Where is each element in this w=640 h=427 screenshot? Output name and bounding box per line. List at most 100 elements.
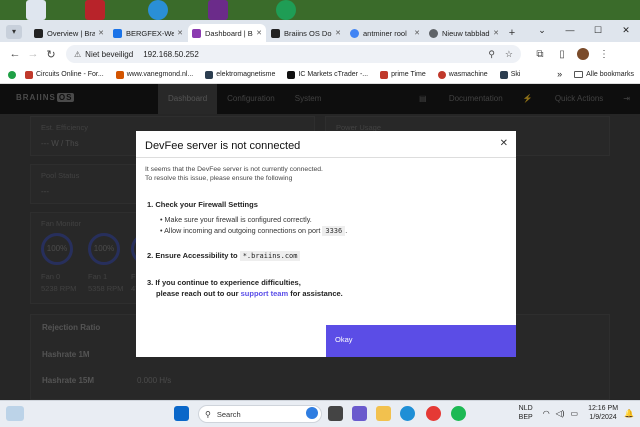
support-team-link[interactable]: support team (241, 289, 289, 298)
minimize-button[interactable]: — (556, 20, 584, 42)
profile-avatar[interactable] (577, 48, 589, 60)
close-window-button[interactable]: ✕ (612, 20, 640, 42)
bookmarks-bar: Circuits Online - For... www.vanegmond.n… (0, 66, 640, 84)
tab-list-button[interactable]: ▾ (6, 25, 22, 39)
close-tab-icon[interactable]: ✕ (493, 29, 499, 37)
search-icon: ⚲ (205, 409, 211, 419)
window-controls: ⌄ — ☐ ✕ (528, 20, 640, 42)
folder-icon (574, 70, 584, 78)
bookmark-star-icon[interactable]: ☆ (505, 49, 513, 60)
battery-icon[interactable]: ▭ (571, 409, 579, 418)
menu-icon[interactable]: ⋮ (593, 49, 615, 60)
spotify-icon[interactable] (451, 406, 466, 421)
tab-strip: ▾ Overview | Bra ✕ BERGFEX-Weer ✕ Dashbo… (0, 20, 640, 42)
omnibox[interactable]: ⚠ Niet beveiligd 192.168.50.252 ⚲ ☆ (66, 45, 521, 63)
not-secure-icon[interactable]: ⚠ (74, 50, 81, 59)
browser-tab[interactable]: Braiins OS Do ✕ (267, 24, 345, 42)
back-icon[interactable]: ← (6, 48, 24, 60)
extensions-icon[interactable]: ⧉ (529, 49, 551, 60)
maximize-button[interactable]: ☐ (584, 20, 612, 42)
language-indicator[interactable]: NLD BEP (519, 404, 533, 422)
close-tab-icon[interactable]: ✕ (98, 29, 104, 37)
bookmark-favicon-icon (115, 70, 124, 79)
bookmark-item[interactable]: Ski (499, 70, 520, 79)
browser-tab[interactable]: antminer rool ✕ (346, 24, 424, 42)
all-bookmarks-link[interactable]: Alle bookmarks (586, 71, 634, 78)
tab-favicon-icon (192, 28, 201, 38)
bookmark-favicon-icon (499, 70, 508, 79)
desktop-app-icon[interactable] (85, 0, 105, 20)
browser-tab[interactable]: Overview | Bra ✕ (30, 24, 108, 42)
bookmark-item[interactable]: elektromagnetisme (205, 70, 275, 79)
start-icon[interactable] (174, 406, 189, 421)
close-tab-icon[interactable]: ✕ (335, 29, 341, 37)
bookmark-favicon-icon (205, 70, 214, 79)
browser-tab-active[interactable]: Dashboard | Bra ✕ (188, 24, 266, 42)
list-item: • Make sure your firewall is configured … (160, 215, 312, 224)
toolbar-right: ⧉ ▯ ⋮ (529, 48, 615, 60)
more-bookmarks-icon[interactable]: » (557, 69, 562, 79)
zoom-icon[interactable]: ⚲ (488, 49, 495, 60)
browser-tab[interactable]: BERGFEX-Weer ✕ (109, 24, 187, 42)
edge-icon[interactable] (400, 406, 415, 421)
sidebar-icon[interactable]: ▯ (551, 49, 573, 60)
devfee-modal: DevFee server is not connected ✕ It seem… (136, 131, 516, 357)
clock[interactable]: 12:16 PM 1/9/2024 (588, 404, 618, 422)
bookmark-item[interactable]: wasmachine (437, 70, 488, 79)
bookmarks-right: » Alle bookmarks (557, 69, 634, 79)
bookmark-item[interactable] (8, 70, 19, 79)
edge-desktop-icon[interactable] (148, 0, 168, 20)
reload-icon[interactable]: ↻ (42, 48, 60, 61)
upwork-icon (8, 70, 16, 79)
bookmark-favicon-icon (437, 70, 446, 79)
address-bar-row: ← → ↻ ⚠ Niet beveiligd 192.168.50.252 ⚲ … (0, 42, 640, 66)
system-tray: NLD BEP ◠ ◁) ▭ 12:16 PM 1/9/2024 🔔 (519, 404, 634, 422)
desktop-background (0, 0, 640, 22)
close-tab-icon[interactable]: ✕ (414, 29, 420, 37)
close-icon[interactable]: ✕ (500, 138, 508, 149)
modal-title: DevFee server is not connected (145, 140, 301, 152)
forward-icon[interactable]: → (24, 48, 42, 60)
bookmark-favicon-icon (287, 70, 296, 79)
volume-icon[interactable]: ◁) (556, 409, 565, 418)
recycle-bin-icon[interactable] (26, 0, 46, 20)
modal-intro: It seems that the DevFee server is not c… (145, 166, 323, 182)
port-code: 3336 (322, 226, 346, 236)
teams-icon[interactable] (352, 406, 367, 421)
wifi-icon[interactable]: ◠ (543, 409, 550, 418)
tab-favicon-icon (113, 28, 122, 38)
security-label[interactable]: Niet beveiligd (85, 50, 133, 59)
widgets-icon[interactable] (6, 406, 24, 421)
bookmark-item[interactable]: IC Markets cTrader -... (287, 70, 368, 79)
task-view-icon[interactable] (328, 406, 343, 421)
tab-favicon-icon (429, 28, 438, 38)
taskbar-search[interactable]: ⚲ Search (198, 405, 322, 423)
step-3-text: 3. If you continue to experience difficu… (147, 278, 343, 298)
chrome-icon[interactable] (426, 406, 441, 421)
step-1-bullets: • Make sure your firewall is configured … (160, 214, 347, 237)
bookmark-item[interactable]: www.vanegmond.nl... (115, 70, 193, 79)
okay-button[interactable]: Okay (326, 325, 516, 357)
step-1-title: 1. Check your Firewall Settings (147, 200, 258, 209)
close-tab-icon[interactable]: ✕ (177, 29, 183, 37)
bookmark-favicon-icon (380, 70, 389, 79)
new-tab-button[interactable]: + (504, 24, 520, 42)
bing-icon[interactable] (306, 407, 318, 419)
browser-tab[interactable]: Nieuw tabblad ✕ (425, 24, 503, 42)
domain-code: *.braiins.com (239, 251, 301, 261)
tab-favicon-icon (34, 28, 43, 38)
tab-search-icon[interactable]: ⌄ (528, 20, 556, 42)
file-explorer-icon[interactable] (376, 406, 391, 421)
bookmark-item[interactable]: Circuits Online - For... (25, 70, 104, 79)
step-2-title: 2. Ensure Accessibility to *.braiins.com (147, 251, 301, 261)
modal-divider (136, 157, 516, 158)
windows-taskbar: ⚲ Search NLD BEP ◠ ◁) ▭ 12:16 PM 1/9/2024 … (0, 400, 640, 427)
utorrent-icon[interactable] (276, 0, 296, 20)
bookmark-item[interactable]: prime Time (380, 70, 426, 79)
url-text[interactable]: 192.168.50.252 (143, 50, 478, 59)
bubble-game-icon[interactable] (208, 0, 228, 20)
tab-favicon-icon (271, 28, 280, 38)
notifications-icon[interactable]: 🔔 (624, 409, 634, 418)
list-item: • Allow incoming and outgoing connection… (160, 226, 348, 236)
close-tab-icon[interactable]: ✕ (256, 29, 262, 37)
